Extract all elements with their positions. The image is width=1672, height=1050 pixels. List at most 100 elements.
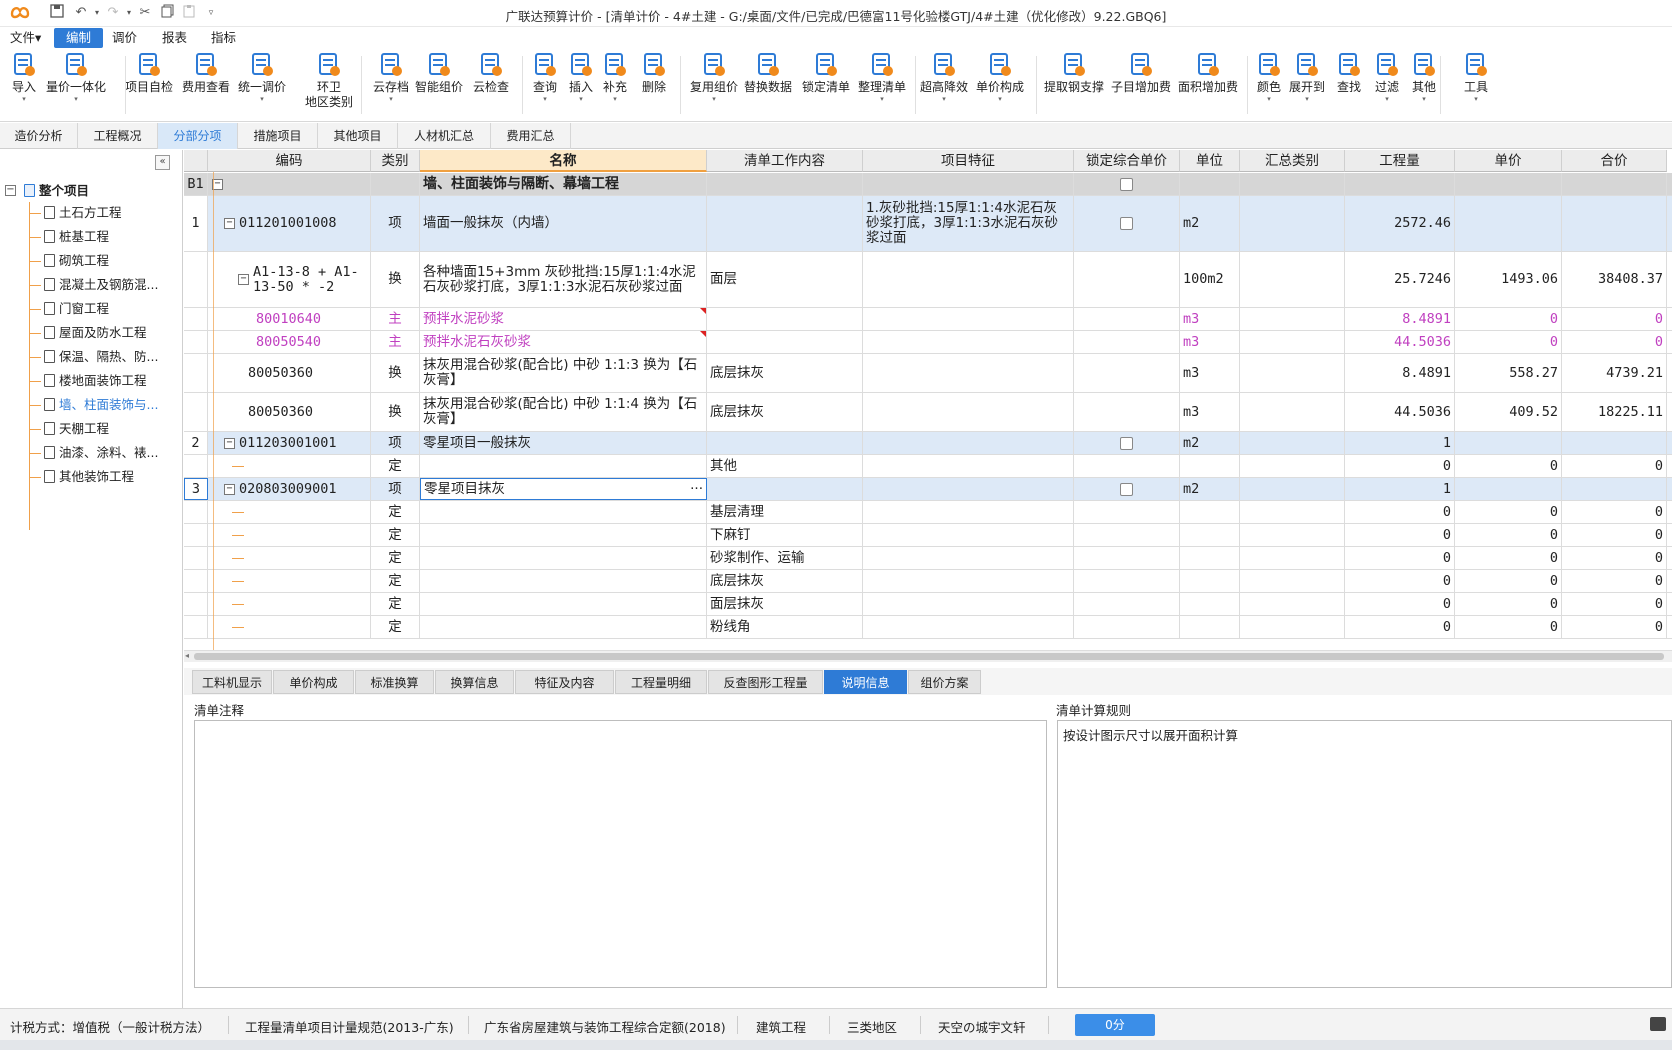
summary-cell[interactable] — [1240, 173, 1345, 195]
ribbon-button-supplement[interactable]: 补充 ▾ — [600, 52, 630, 120]
work-content-cell[interactable] — [707, 478, 863, 500]
name-cell[interactable] — [420, 616, 707, 638]
quantity-cell[interactable]: 8.4891 — [1345, 308, 1455, 330]
row-number[interactable] — [184, 331, 208, 353]
row-number[interactable] — [184, 308, 208, 330]
total-cell[interactable]: 0 — [1562, 616, 1667, 638]
table-row[interactable]: 80010640 主 预拌水泥砂浆 m3 8.4891 0 0 — [184, 308, 1672, 331]
unit-price-cell[interactable]: 0 — [1455, 547, 1562, 569]
name-cell[interactable]: 各种墙面15+3mm 灰砂批挡:15厚1:1:4水泥石灰砂浆打底，3厚1:1:3… — [420, 252, 707, 307]
work-content-cell[interactable]: 砂浆制作、运输 — [707, 547, 863, 569]
tree-root[interactable]: 整个项目 — [24, 180, 89, 202]
code-cell[interactable] — [208, 593, 371, 615]
quantity-cell[interactable]: 1 — [1345, 432, 1455, 454]
row-number[interactable] — [184, 570, 208, 592]
tree-item[interactable]: 天棚工程 — [44, 418, 109, 440]
name-cell[interactable] — [420, 501, 707, 523]
quantity-cell[interactable]: 0 — [1345, 524, 1455, 546]
quantity-cell[interactable]: 8.4891 — [1345, 354, 1455, 392]
total-cell[interactable]: 0 — [1562, 547, 1667, 569]
feature-cell[interactable] — [863, 393, 1074, 431]
unit-cell[interactable]: m3 — [1180, 331, 1240, 353]
name-cell[interactable] — [420, 455, 707, 477]
summary-cell[interactable] — [1240, 593, 1345, 615]
unit-price-cell[interactable] — [1455, 478, 1562, 500]
ribbon-button-reuse-price[interactable]: 复用组价 ▾ — [687, 52, 741, 120]
feature-cell[interactable] — [863, 354, 1074, 392]
summary-cell[interactable] — [1240, 547, 1345, 569]
column-header-work-content[interactable]: 清单工作内容 — [707, 150, 863, 172]
ribbon-button-insert[interactable]: 插入 ▾ — [566, 52, 596, 120]
ribbon-button-steel-support[interactable]: 提取钢支撑 — [1041, 52, 1107, 120]
row-number[interactable]: B1 — [184, 173, 208, 195]
row-collapse-icon[interactable]: − — [224, 437, 235, 449]
lock-cell[interactable] — [1074, 252, 1180, 307]
type-cell[interactable]: 换 — [371, 252, 420, 307]
unit-cell[interactable]: m3 — [1180, 308, 1240, 330]
type-cell[interactable]: 定 — [371, 501, 420, 523]
type-cell[interactable]: 定 — [371, 547, 420, 569]
more-options-icon[interactable]: ··· — [690, 481, 703, 497]
quantity-cell[interactable]: 0 — [1345, 501, 1455, 523]
name-cell[interactable]: 零星项目抹灰 ··· — [420, 478, 707, 500]
column-header-lock-price[interactable]: 锁定综合单价 — [1074, 150, 1180, 172]
code-cell[interactable] — [208, 455, 371, 477]
unit-cell[interactable] — [1180, 455, 1240, 477]
tree-item[interactable]: 其他装饰工程 — [44, 466, 134, 488]
tree-item[interactable]: 门窗工程 — [44, 298, 109, 320]
name-cell[interactable]: 预拌水泥石灰砂浆 — [420, 331, 707, 353]
row-number[interactable] — [184, 393, 208, 431]
unit-cell[interactable]: 100m2 — [1180, 252, 1240, 307]
summary-cell[interactable] — [1240, 196, 1345, 251]
total-cell[interactable]: 0 — [1562, 524, 1667, 546]
feature-cell[interactable] — [863, 455, 1074, 477]
feature-cell[interactable] — [863, 478, 1074, 500]
lock-cell[interactable] — [1074, 455, 1180, 477]
quantity-cell[interactable]: 25.7246 — [1345, 252, 1455, 307]
type-cell[interactable]: 主 — [371, 331, 420, 353]
column-header-type[interactable]: 类别 — [371, 150, 420, 172]
type-cell[interactable] — [371, 173, 420, 195]
menu-report[interactable]: 报表 — [155, 28, 194, 48]
code-cell[interactable] — [208, 547, 371, 569]
row-collapse-icon[interactable]: − — [224, 218, 235, 229]
summary-cell[interactable] — [1240, 501, 1345, 523]
menu-file[interactable]: 文件▾ — [2, 28, 49, 48]
code-cell[interactable]: −011201001008 — [208, 196, 371, 251]
lock-cell[interactable] — [1074, 547, 1180, 569]
ribbon-button-organize-list[interactable]: 整理清单 ▾ — [855, 52, 909, 120]
lock-price-checkbox[interactable] — [1120, 217, 1133, 230]
lock-cell[interactable] — [1074, 570, 1180, 592]
unit-price-cell[interactable]: 0 — [1455, 308, 1562, 330]
feature-cell[interactable] — [863, 616, 1074, 638]
tab-unit-price-composition[interactable]: 单价构成 — [273, 670, 354, 694]
row-number[interactable]: 3 — [184, 478, 208, 500]
type-cell[interactable]: 定 — [371, 524, 420, 546]
tab-pricing-scheme[interactable]: 组价方案 — [908, 670, 981, 694]
summary-cell[interactable] — [1240, 331, 1345, 353]
quantity-cell[interactable]: 1 — [1345, 478, 1455, 500]
code-cell[interactable]: 80050360 — [208, 354, 371, 392]
total-cell[interactable]: 38408.37 — [1562, 252, 1667, 307]
ribbon-button-smart-price[interactable]: 智能组价 — [412, 52, 466, 120]
ribbon-button-filter[interactable]: 过滤 ▾ — [1372, 52, 1402, 120]
row-collapse-icon[interactable]: − — [224, 483, 235, 495]
quantity-cell[interactable]: 44.5036 — [1345, 393, 1455, 431]
row-number[interactable] — [184, 616, 208, 638]
ribbon-button-find[interactable]: 查找 — [1334, 52, 1364, 120]
row-number[interactable]: 2 — [184, 432, 208, 454]
ribbon-button-replace-data[interactable]: 替换数据 — [741, 52, 795, 120]
score-button[interactable]: 0分 — [1075, 1014, 1155, 1036]
section-row[interactable]: B1− 墙、柱面装饰与隔断、幕墙工程 — [184, 173, 1672, 196]
unit-cell[interactable]: m2 — [1180, 432, 1240, 454]
code-cell[interactable]: −020803009001 — [208, 478, 371, 500]
tab-labor-material-summary[interactable]: 人材机汇总 — [398, 123, 491, 149]
code-cell[interactable]: − — [208, 173, 371, 195]
type-cell[interactable]: 主 — [371, 308, 420, 330]
tab-quantity-detail[interactable]: 工程量明细 — [615, 670, 707, 694]
total-cell[interactable]: 4739.21 — [1562, 354, 1667, 392]
unit-price-cell[interactable]: 0 — [1455, 570, 1562, 592]
lock-cell[interactable] — [1074, 501, 1180, 523]
column-header-code[interactable]: 编码 — [208, 150, 371, 172]
code-cell[interactable]: −011203001001 — [208, 432, 371, 454]
